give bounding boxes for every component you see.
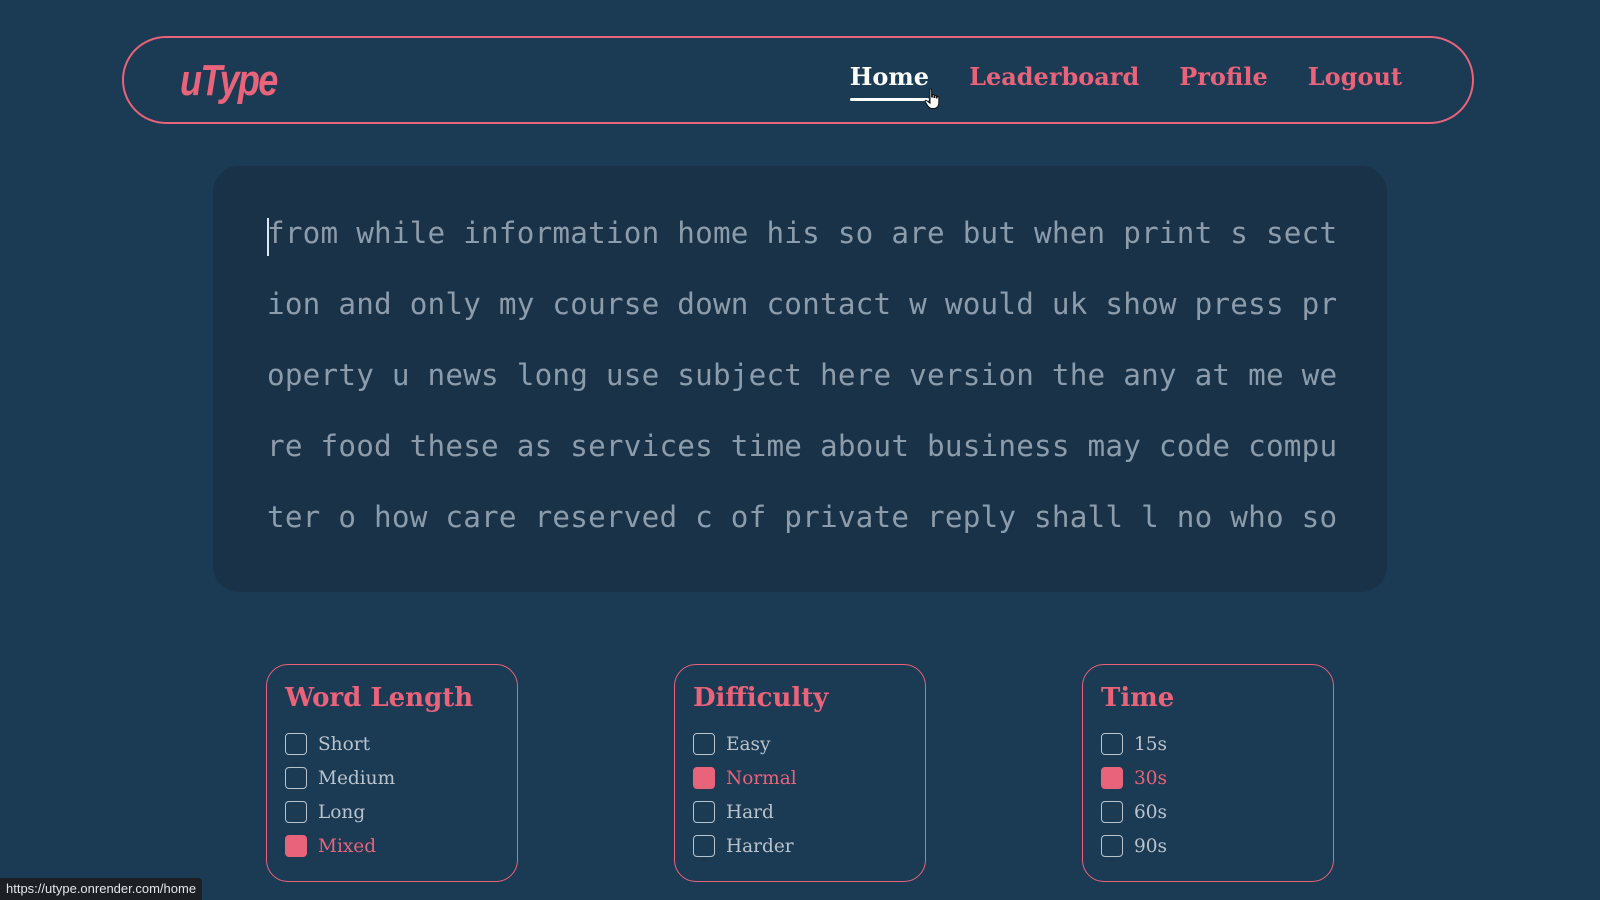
checkbox-normal[interactable] [693, 767, 715, 789]
option-label: Mixed [318, 835, 377, 857]
status-bar-url: https://utype.onrender.com/home [0, 878, 203, 900]
checkbox-harder[interactable] [693, 835, 715, 857]
option-label: Harder [726, 835, 794, 857]
nav-link-home[interactable]: Home [849, 62, 930, 101]
option-label: Medium [318, 767, 396, 789]
difficulty-panel: Difficulty Easy Normal Hard Harder [674, 664, 926, 882]
typing-line-3: operty u news long use subject here vers… [267, 358, 1338, 392]
checkbox-short[interactable] [285, 733, 307, 755]
panel-title: Word Length [285, 683, 474, 713]
nav-link-profile[interactable]: Profile [1179, 62, 1268, 95]
typing-line-4: re food these as services time about bus… [267, 429, 1338, 463]
time-panel: Time 15s 30s 60s 90s [1082, 664, 1334, 882]
option-hard[interactable]: Hard [693, 801, 774, 823]
option-30s[interactable]: 30s [1101, 767, 1167, 789]
option-15s[interactable]: 15s [1101, 733, 1167, 755]
option-harder[interactable]: Harder [693, 835, 794, 857]
option-normal[interactable]: Normal [693, 767, 797, 789]
checkbox-easy[interactable] [693, 733, 715, 755]
nav-link-logout[interactable]: Logout [1308, 62, 1402, 95]
option-label: 90s [1134, 835, 1168, 857]
checkbox-hard[interactable] [693, 801, 715, 823]
navbar: uType Home Leaderboard Profile Logout [122, 36, 1474, 124]
option-easy[interactable]: Easy [693, 733, 770, 755]
checkbox-30s[interactable] [1101, 767, 1123, 789]
option-label: Easy [726, 733, 771, 755]
option-label: 60s [1134, 801, 1168, 823]
typing-line-1: from while information home his so are b… [267, 216, 1338, 250]
panel-title: Time [1101, 683, 1175, 713]
typing-line-2: ion and only my course down contact w wo… [267, 287, 1338, 321]
checkbox-15s[interactable] [1101, 733, 1123, 755]
option-mixed[interactable]: Mixed [285, 835, 376, 857]
option-label: Long [318, 801, 366, 823]
option-90s[interactable]: 90s [1101, 835, 1167, 857]
option-long[interactable]: Long [285, 801, 365, 823]
option-60s[interactable]: 60s [1101, 801, 1167, 823]
hand-pointer-icon [924, 88, 940, 109]
option-short[interactable]: Short [285, 733, 370, 755]
option-medium[interactable]: Medium [285, 767, 395, 789]
checkbox-long[interactable] [285, 801, 307, 823]
typing-line-5: ter o how care reserved c of private rep… [267, 500, 1338, 534]
checkbox-medium[interactable] [285, 767, 307, 789]
checkbox-90s[interactable] [1101, 835, 1123, 857]
checkbox-60s[interactable] [1101, 801, 1123, 823]
option-label: Hard [726, 801, 774, 823]
typing-area[interactable]: from while information home his so are b… [213, 166, 1387, 592]
word-length-panel: Word Length Short Medium Long Mixed [266, 664, 518, 882]
option-label: 30s [1134, 767, 1168, 789]
nav-link-leaderboard[interactable]: Leaderboard [969, 62, 1139, 95]
panel-title: Difficulty [693, 683, 829, 713]
option-label: 15s [1134, 733, 1168, 755]
checkbox-mixed[interactable] [285, 835, 307, 857]
option-label: Short [318, 733, 371, 755]
option-label: Normal [726, 767, 797, 789]
logo[interactable]: uType [180, 56, 278, 106]
